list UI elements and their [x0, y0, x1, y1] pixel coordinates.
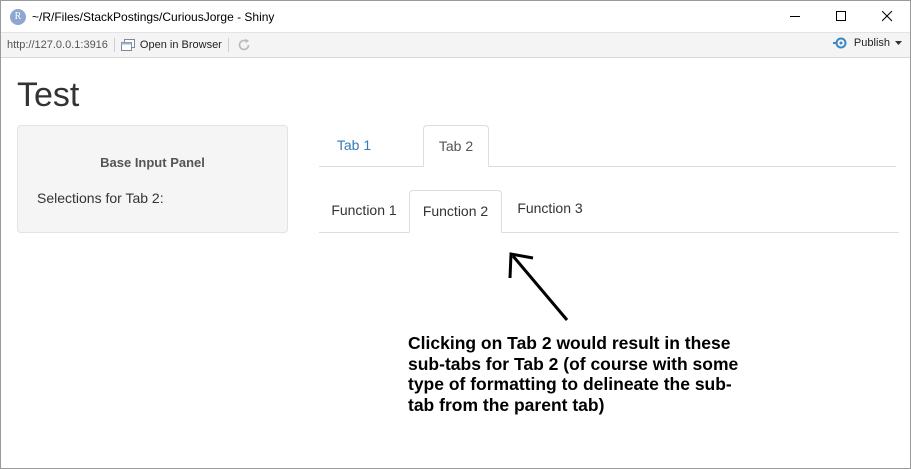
publish-button[interactable]: Publish — [832, 37, 902, 49]
open-in-browser-label: Open in Browser — [139, 39, 222, 51]
toolbar-separator — [227, 38, 229, 52]
subtab-function-1[interactable]: Function 1 — [319, 190, 409, 232]
r-app-icon: R — [10, 8, 26, 25]
maximize-button[interactable] — [818, 1, 864, 32]
close-button[interactable] — [864, 1, 910, 32]
annotation-arrow — [508, 252, 569, 321]
panel-selections-label: Selections for Tab 2: — [37, 190, 164, 206]
chevron-down-icon — [895, 40, 902, 45]
refresh-icon — [238, 38, 250, 51]
window-title-bar: R ~/R/Files/StackPostings/CuriousJorge -… — [1, 1, 910, 32]
main-tabset: Tab 1 Tab 2 — [319, 125, 896, 167]
publish-label: Publish — [853, 37, 890, 49]
browser-window-icon — [120, 39, 135, 51]
subtab-function-2[interactable]: Function 2 — [409, 190, 502, 233]
panel-title: Base Input Panel — [100, 155, 205, 170]
close-icon — [881, 11, 892, 22]
refresh-button[interactable] — [237, 38, 251, 52]
subtab-function-3[interactable]: Function 3 — [505, 190, 595, 232]
window-controls — [772, 1, 910, 32]
maximize-icon — [835, 11, 846, 21]
viewer-toolbar: http://127.0.0.1:3916 Open in Browser Pu… — [1, 32, 910, 58]
page-title: Test — [17, 76, 80, 114]
open-in-browser-button[interactable]: Open in Browser — [120, 39, 222, 51]
publish-icon — [832, 37, 847, 49]
url-display[interactable]: http://127.0.0.1:3916 — [7, 39, 108, 51]
annotation-text: Clicking on Tab 2 would result in these … — [408, 333, 739, 415]
toolbar-separator — [113, 38, 115, 52]
tab-2[interactable]: Tab 2 — [423, 125, 489, 167]
minimize-icon — [789, 16, 800, 17]
window-title: ~/R/Files/StackPostings/CuriousJorge - S… — [32, 9, 275, 24]
base-input-panel: Base Input Panel Selections for Tab 2: — [17, 125, 288, 233]
minimize-button[interactable] — [772, 1, 818, 32]
sub-tabset: Function 1 Function 2 Function 3 — [319, 190, 899, 233]
tab-1[interactable]: Tab 1 — [319, 125, 389, 166]
